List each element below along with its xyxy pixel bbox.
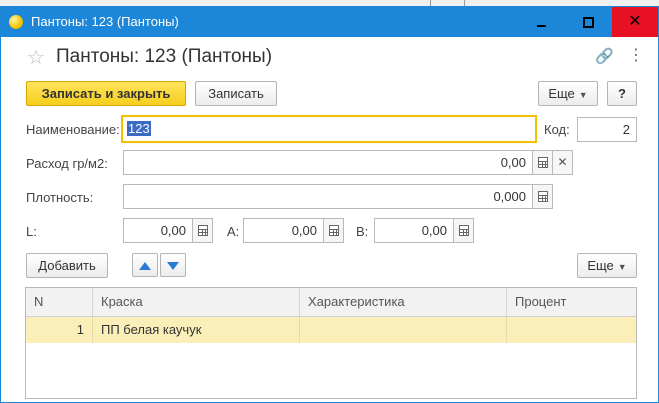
cell-paint: ПП белая каучук xyxy=(93,317,300,343)
chevron-down-icon: ▼ xyxy=(578,90,588,100)
clear-icon: ✕ xyxy=(557,155,568,169)
save-button[interactable]: Записать xyxy=(195,81,277,106)
window-title: Пантоны: 123 (Пантоны) xyxy=(31,14,179,29)
consumption-label: Расход гр/м2: xyxy=(26,156,108,171)
more-button[interactable]: Еще ▼ xyxy=(538,81,598,106)
cell-characteristic xyxy=(300,317,507,343)
table-more-button[interactable]: Еще ▼ xyxy=(577,253,637,278)
code-input[interactable]: 2 xyxy=(577,117,637,142)
app-icon xyxy=(9,15,23,29)
name-input[interactable]: 123 xyxy=(121,115,537,143)
table-header: N Краска Характеристика Процент xyxy=(26,288,636,317)
save-and-close-button[interactable]: Записать и закрыть xyxy=(26,81,186,106)
b-input[interactable]: 0,00 xyxy=(374,218,454,243)
calculator-icon xyxy=(458,224,469,236)
close-icon: ✕ xyxy=(628,13,642,30)
move-down-button[interactable] xyxy=(160,253,186,277)
table-row[interactable]: 1 ПП белая каучук xyxy=(26,317,636,343)
column-header-paint[interactable]: Краска xyxy=(93,288,300,316)
density-calculator-button[interactable] xyxy=(533,184,553,209)
l-label: L: xyxy=(26,224,37,239)
background-tab-text: 25 xyxy=(488,0,500,3)
add-row-button[interactable]: Добавить xyxy=(26,253,108,278)
favorite-star-icon[interactable]: ☆ xyxy=(27,45,45,70)
b-calculator-button[interactable] xyxy=(454,218,474,243)
calculator-icon xyxy=(197,224,208,236)
name-label: Наименование: xyxy=(26,122,120,137)
density-input[interactable]: 0,000 xyxy=(123,184,533,209)
cell-percent xyxy=(507,317,636,343)
a-calculator-button[interactable] xyxy=(324,218,344,243)
minimize-button[interactable] xyxy=(519,7,565,37)
l-input[interactable]: 0,00 xyxy=(123,218,193,243)
minimize-icon xyxy=(537,25,546,27)
consumption-input[interactable]: 0,00 xyxy=(123,150,533,175)
calculator-icon xyxy=(537,190,548,202)
paints-table[interactable]: N Краска Характеристика Процент 1 ПП бел… xyxy=(25,287,637,399)
move-up-button[interactable] xyxy=(132,253,158,277)
maximize-button[interactable] xyxy=(565,7,611,37)
consumption-clear-button[interactable]: ✕ xyxy=(553,150,573,175)
consumption-calculator-button[interactable] xyxy=(533,150,553,175)
a-input[interactable]: 0,00 xyxy=(243,218,324,243)
density-label: Плотность: xyxy=(26,190,94,205)
column-header-characteristic[interactable]: Характеристика xyxy=(300,288,507,316)
more-button-label: Еще xyxy=(548,86,575,101)
column-header-n[interactable]: N xyxy=(26,288,93,316)
table-more-button-label: Еще xyxy=(587,258,614,273)
a-label: A: xyxy=(227,224,240,239)
code-label: Код: xyxy=(544,122,570,137)
arrow-down-icon xyxy=(167,261,179,270)
close-button[interactable]: ✕ xyxy=(612,7,658,37)
l-calculator-button[interactable] xyxy=(193,218,213,243)
title-bar[interactable]: Пантоны: 123 (Пантоны) ✕ xyxy=(1,7,658,37)
more-actions-icon[interactable]: ⋮ xyxy=(628,45,644,65)
column-header-percent[interactable]: Процент xyxy=(507,288,636,316)
link-icon[interactable]: 🔗 xyxy=(595,47,614,65)
form-window: Пантоны: 123 (Пантоны) ✕ ☆ Пантоны: 123 … xyxy=(0,6,659,403)
calculator-icon xyxy=(537,156,548,168)
calculator-icon xyxy=(328,224,339,236)
help-button[interactable]: ? xyxy=(607,81,637,106)
name-input-value: 123 xyxy=(127,121,151,136)
chevron-down-icon: ▼ xyxy=(617,262,627,272)
form-title: Пантоны: 123 (Пантоны) xyxy=(56,46,273,67)
maximize-icon xyxy=(583,17,594,28)
arrow-up-icon xyxy=(139,261,151,270)
cell-n: 1 xyxy=(26,317,93,343)
b-label: B: xyxy=(356,224,369,239)
